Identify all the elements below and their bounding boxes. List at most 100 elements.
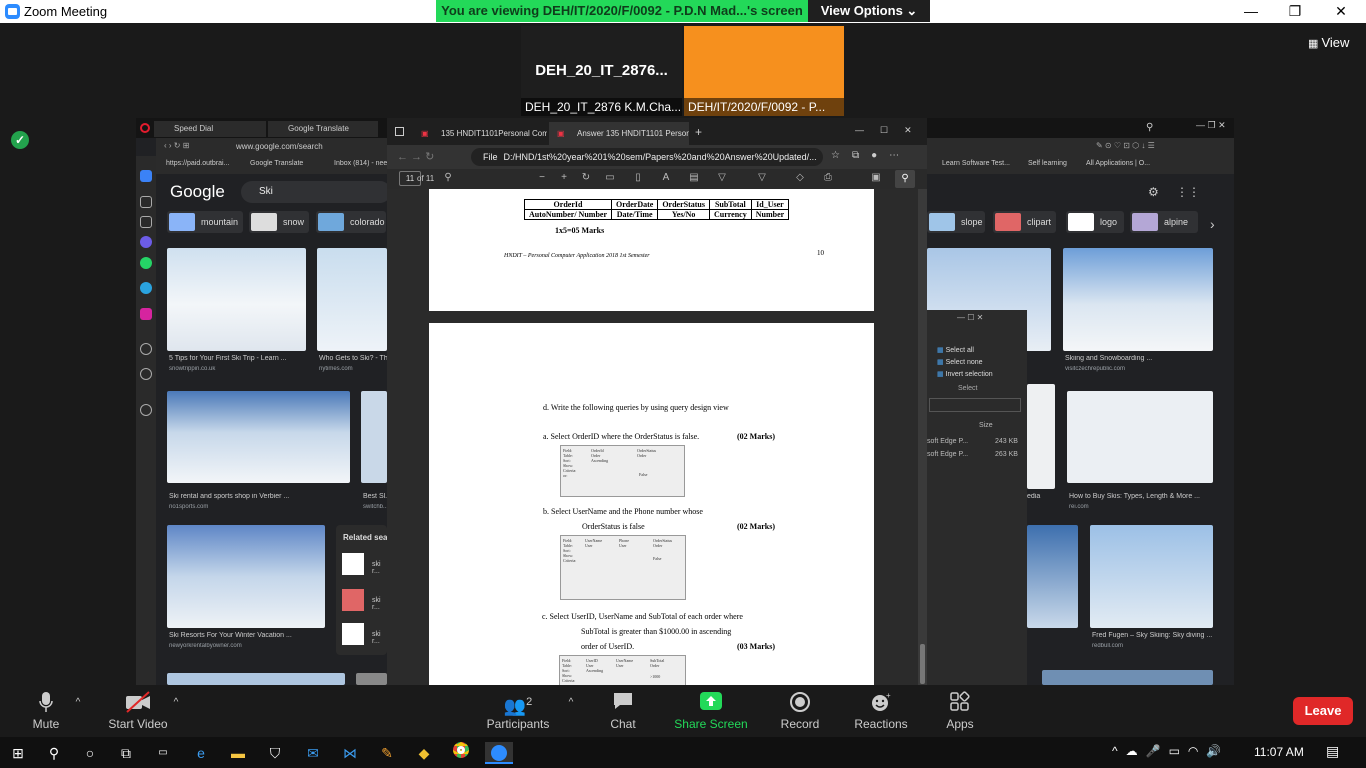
print-icon[interactable]: ⎙ — [823, 173, 833, 183]
search-icon[interactable]: ⚲ — [42, 742, 66, 764]
settings-icon[interactable] — [140, 368, 152, 380]
pdf-tab-active[interactable]: ▣ Answer 135 HNDIT1101 Persona... — [549, 122, 689, 145]
record-button[interactable]: Record — [778, 685, 822, 737]
leave-button[interactable]: Leave — [1293, 697, 1353, 725]
save-icon[interactable]: ▣ — [871, 173, 881, 183]
participant-tile[interactable]: DEH/IT/2020/F/0092 - P... — [684, 26, 844, 116]
nav-buttons[interactable]: ← → ↻ — [397, 150, 434, 163]
zoom-in-icon[interactable]: + — [559, 173, 569, 183]
related-item[interactable]: ski r... — [372, 597, 387, 611]
pdf-tab[interactable]: ▣ 135 HNDIT1101Personal Compu... — [413, 122, 547, 145]
vscode-icon[interactable]: ⋈ — [338, 742, 362, 764]
window-controls[interactable]: —☐✕ — [855, 125, 927, 136]
related-item[interactable]: ski r... — [372, 631, 387, 645]
text-icon[interactable]: ▤ — [689, 173, 699, 183]
notifications-icon[interactable]: ▤ — [1326, 743, 1339, 760]
result-image[interactable] — [1067, 391, 1213, 483]
result-caption[interactable]: 5 Tips for Your First Ski Trip - Learn .… — [169, 355, 306, 362]
view-options-button[interactable]: View Options ⌄ — [808, 0, 930, 22]
related-thumb[interactable] — [342, 553, 364, 575]
browser-tab[interactable]: Speed Dial — [154, 121, 266, 137]
telegram-icon[interactable] — [140, 282, 152, 294]
result-image[interactable] — [1027, 525, 1078, 628]
scrollbar[interactable] — [918, 189, 927, 685]
result-image[interactable] — [1027, 384, 1055, 489]
chevron-right-icon[interactable]: › — [1210, 216, 1215, 232]
chrome-icon[interactable] — [449, 742, 473, 764]
whatsapp-icon[interactable] — [140, 257, 152, 269]
share-screen-button[interactable]: Share Screen — [674, 685, 748, 737]
browser-tab[interactable]: Google Translate — [268, 121, 378, 137]
file-explorer-icon[interactable]: ▬ — [226, 742, 250, 764]
result-caption[interactable]: Fred Fugen – Sky Skiing: Sky diving ... — [1092, 632, 1213, 639]
tab-actions-icon[interactable] — [395, 127, 404, 136]
draw-icon[interactable]: ▽ — [717, 173, 727, 183]
result-caption[interactable]: Ski rental and sports shop in Verbier ..… — [169, 493, 350, 500]
page-view-icon[interactable]: ▯ — [633, 173, 643, 183]
result-image[interactable] — [356, 673, 387, 685]
related-item[interactable]: ski r... — [372, 561, 387, 575]
search-icon[interactable]: ⚲ — [1146, 122, 1153, 133]
highlight-icon[interactable]: ▽ — [757, 173, 767, 183]
windows-start-icon[interactable]: ⊞ — [6, 742, 30, 764]
bookmark-item[interactable]: https://paid.outbrai... — [166, 160, 229, 167]
select-none-item[interactable]: ▦ Select none — [937, 358, 983, 366]
start-video-button[interactable]: Start Video — [104, 685, 172, 737]
result-caption[interactable]: Best Sl... — [363, 493, 387, 500]
result-caption[interactable]: How to Buy Skis: Types, Length & More ..… — [1069, 493, 1213, 500]
result-image[interactable] — [317, 248, 387, 351]
system-tray-icons[interactable]: ^☁🎤▭◠🔊 — [1112, 744, 1229, 758]
participants-chevron-icon[interactable]: ^ — [565, 697, 577, 709]
cortana-icon[interactable]: ○ — [78, 742, 102, 764]
google-search-input[interactable]: Ski — [241, 181, 391, 203]
result-image[interactable] — [167, 525, 325, 628]
window-controls[interactable]: — ❐ ✕ — [1196, 120, 1226, 131]
window-controls[interactable]: — ☐ ✕ — [957, 313, 983, 322]
nav-buttons[interactable]: ‹ › ↻ ⊞ — [164, 141, 189, 150]
result-image[interactable] — [1063, 248, 1213, 351]
result-caption[interactable]: edia — [1027, 493, 1057, 500]
invert-selection-item[interactable]: ▦ Invert selection — [937, 370, 993, 378]
search-chip[interactable]: logo — [1066, 211, 1124, 233]
search-chip[interactable]: alpine — [1130, 211, 1198, 233]
search-box[interactable] — [929, 398, 1021, 412]
search-chip[interactable]: colorado — [316, 211, 386, 233]
select-all-item[interactable]: ▦ Select all — [937, 346, 974, 354]
reactions-button[interactable]: + Reactions — [852, 685, 910, 737]
terminal-icon[interactable]: ▭ — [151, 742, 175, 764]
fit-page-icon[interactable]: ▭ — [605, 173, 615, 183]
view-button[interactable]: ▦ View — [1308, 35, 1349, 50]
result-image[interactable] — [167, 673, 345, 685]
mail-icon[interactable]: ✉ — [301, 742, 325, 764]
minimize-button[interactable]: — — [1228, 0, 1274, 23]
home-icon[interactable] — [140, 170, 152, 182]
mute-button[interactable]: Mute — [22, 685, 70, 737]
zoom-out-icon[interactable]: − — [537, 173, 547, 183]
video-options-chevron-icon[interactable]: ^ — [170, 697, 182, 709]
result-image[interactable] — [1090, 525, 1213, 628]
apps-button[interactable]: Apps — [940, 685, 980, 737]
apps-grid-icon[interactable]: ⋮⋮ — [1176, 185, 1200, 199]
settings-gear-icon[interactable]: ⚙ — [1148, 185, 1159, 199]
address-input[interactable]: www.google.com/search — [236, 140, 356, 154]
app-icon[interactable]: ◆ — [412, 742, 436, 764]
erase-icon[interactable]: ◇ — [795, 173, 805, 183]
related-thumb[interactable] — [342, 589, 364, 611]
bookmark-item[interactable]: All Applications | O... — [1086, 160, 1150, 167]
read-aloud-icon[interactable]: A — [661, 173, 671, 183]
result-image[interactable] — [361, 391, 387, 483]
size-column-header[interactable]: Size — [979, 422, 993, 429]
search-chip[interactable]: slope — [927, 211, 985, 233]
lightbulb-icon[interactable] — [140, 404, 152, 416]
store-icon[interactable]: ⛉ — [263, 742, 287, 764]
toolbar-icons[interactable]: ✎ ⊙ ♡ ⊡ ⬡ ↓ ☰ — [1096, 141, 1155, 150]
result-image[interactable] — [1042, 670, 1213, 685]
bookmark-item[interactable]: Inbox (814) - nee... — [334, 160, 394, 167]
new-tab-icon[interactable]: + — [695, 125, 702, 139]
related-thumb[interactable] — [342, 623, 364, 645]
task-view-icon[interactable]: ⧉ — [114, 742, 138, 764]
heart-icon[interactable] — [140, 343, 152, 355]
file-name[interactable]: soft Edge P... — [927, 451, 968, 458]
close-button[interactable]: ✕ — [1318, 0, 1364, 23]
rotate-icon[interactable]: ↻ — [581, 173, 591, 183]
